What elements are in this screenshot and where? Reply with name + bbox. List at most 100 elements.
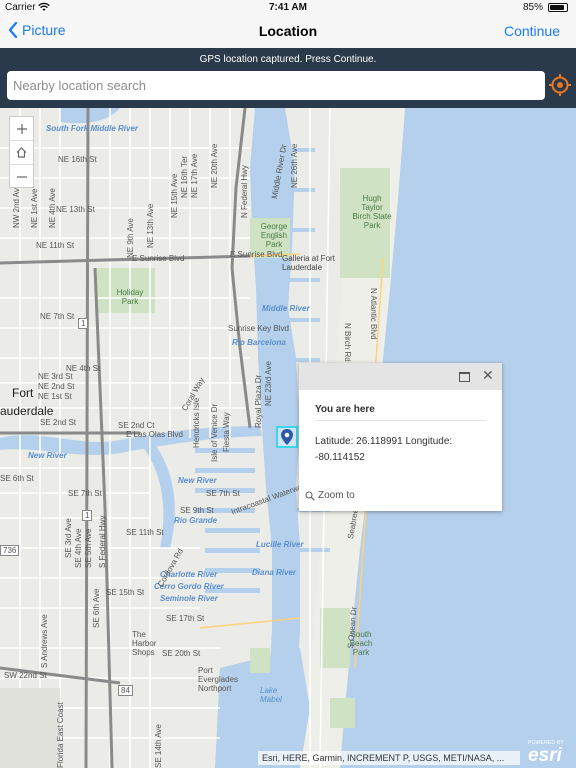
zoom-to-button[interactable]: Zoom to <box>305 490 355 501</box>
map-label-lauderdale: auderdale <box>0 404 54 418</box>
map-label-se-2nd-ct: SE 2nd Ct <box>118 421 155 430</box>
map-label-n-atlantic-blvd: N Atlantic Blvd <box>369 288 378 340</box>
map-label-ne-11th-st: NE 11th St <box>36 241 75 250</box>
map-label-s-federal-hwy: S Federal Hwy <box>98 515 107 568</box>
zoom-out-button[interactable] <box>10 165 33 188</box>
map-label-ne-4th-ave: NE 4th Ave <box>48 188 57 228</box>
map-label-ne-15th-ave: NE 15th Ave <box>170 173 179 218</box>
map-label-lucille-river: Lucille River <box>256 540 304 549</box>
map-label-se-4th-ave: SE 4th Ave <box>74 528 83 568</box>
popup-coordinates: Latitude: 26.118991 Longitude: -80.11415… <box>315 436 453 463</box>
route-84-shield: 84 <box>118 685 133 696</box>
map-label-florida-east-coast: Florida East Coast <box>56 702 65 768</box>
map-label-ne-13th-ave: NE 13th Ave <box>146 203 155 248</box>
map-label-se-6th-st: SE 6th St <box>0 474 34 483</box>
map-label-se-15th-st: SE 15th St <box>106 588 145 597</box>
map-label-isle-of-venice-dr: Isle of Venice Dr <box>210 403 219 462</box>
map-label-e-sunrise-blvd-east: E Sunrise Blvd <box>230 250 283 259</box>
popup-divider <box>315 420 486 421</box>
map-label-ne-13th-st: NE 13th St <box>56 205 95 214</box>
map-label-se-5th-ave: SE 5th Ave <box>84 528 93 568</box>
route-736-shield: 736 <box>0 545 20 556</box>
minus-icon <box>16 175 27 178</box>
map-label-galleria: Galleria at Fort Lauderdale <box>282 254 335 272</box>
map-label-new-river: New River <box>28 451 67 460</box>
map-attribution[interactable]: Esri, HERE, Garmin, INCREMENT P, USGS, M… <box>258 751 520 765</box>
map-label-se-9th-st: SE 9th St <box>180 506 214 515</box>
map-label-se-14th-ave: SE 14th Ave <box>154 724 163 768</box>
zoom-to-label: Zoom to <box>318 490 355 501</box>
map-label-se-7th-st-east: SE 7th St <box>206 489 240 498</box>
map-label-ne-3rd-st: NE 3rd St <box>38 372 73 381</box>
map-label-south-fork-middle-river: South Fork Middle River <box>46 124 139 133</box>
zoom-controls <box>9 116 34 188</box>
popup-title: You are here <box>315 404 375 415</box>
status-bar: Carrier 7:41 AM 85% <box>0 0 576 16</box>
map-label-ne-23rd-ave: NE 23rd Ave <box>264 361 273 406</box>
map-label-ne-1st-ave: NE 1st Ave <box>30 188 39 228</box>
map-label-se-3rd-ave: SE 3rd Ave <box>64 518 73 558</box>
battery-fill <box>550 5 564 10</box>
magnifier-icon <box>305 490 315 501</box>
battery-percent: 85% <box>522 2 543 13</box>
map-label-rio-grande: Rio Grande <box>174 516 218 525</box>
esri-logo: esri <box>528 745 562 766</box>
close-icon[interactable]: ✕ <box>482 368 494 382</box>
page-title: Location <box>258 23 318 39</box>
map-label-lake-mabel: Lake Mabel <box>260 686 282 704</box>
pin-icon <box>281 429 293 445</box>
location-search-input[interactable] <box>7 71 545 100</box>
map-label-ne-7th-st: NE 7th St <box>40 312 75 321</box>
map-label-ne-26th-ave: NE 26th Ave <box>290 143 299 188</box>
gps-status-message: GPS location captured. Press Continue. <box>199 54 377 65</box>
locate-me-icon[interactable] <box>548 73 572 97</box>
map-label-ne-20th-ave: NE 20th Ave <box>210 143 219 188</box>
map-label-se-7th-st: SE 7th St <box>68 489 102 498</box>
location-pin-marker[interactable] <box>276 426 298 448</box>
map-label-ne-9th-ave: NE 9th Ave <box>126 218 135 258</box>
map-label-ne-1st-st: NE 1st St <box>38 392 72 401</box>
map-label-hendricks-isle: Hendricks Isle <box>192 397 201 448</box>
map-label-seminole-river: Seminole River <box>160 594 218 603</box>
plus-icon <box>16 123 27 134</box>
home-button[interactable] <box>10 141 33 165</box>
map-label-fort: Fort <box>12 386 34 400</box>
route-1-shield-south: 1 <box>82 510 93 521</box>
map-label-ne-2nd-st: NE 2nd St <box>38 382 75 391</box>
map-label-george-english-park: George English Park <box>260 222 288 249</box>
map-label-harbor-shops: The Harbor Shops <box>132 630 157 657</box>
route-1-shield: 1 <box>78 318 89 329</box>
map-label-sunrise-key-blvd: Sunrise Key Blvd <box>228 324 289 333</box>
battery-icon <box>548 3 568 12</box>
map-label-holiday-park: Holiday Park <box>116 288 144 306</box>
status-time: 7:41 AM <box>269 2 307 13</box>
map-label-n-federal-hwy: N Federal Hwy <box>240 165 249 218</box>
map-label-se-17th-st: SE 17th St <box>166 614 205 623</box>
map-label-diana-river: Diana River <box>252 568 297 577</box>
map-label-fiesta-way: Fiesta Way <box>222 412 231 452</box>
map-label-port-everglades: Port Everglades Northport <box>198 666 239 693</box>
map-label-ne-16th-st: NE 16th St <box>58 155 97 164</box>
map-label-s-andrews-ave: S Andrews Ave <box>40 614 49 668</box>
popup-header: ✕ <box>299 363 502 390</box>
continue-button[interactable]: Continue <box>504 23 560 39</box>
map-label-se-6th-ave: SE 6th Ave <box>92 588 101 628</box>
map-label-sw-22nd-st: SW 22nd St <box>4 671 47 680</box>
map-label-se-11th-st: SE 11th St <box>126 528 164 537</box>
map-label-new-river-east: New River <box>178 476 217 485</box>
navigation-bar: Picture Location Continue <box>0 16 576 49</box>
maximize-icon[interactable] <box>459 372 470 382</box>
map-label-e-las-olas-blvd: E Las Olas Blvd <box>126 430 183 439</box>
zoom-in-button[interactable] <box>10 117 33 141</box>
map-label-nw-2nd-ave: NW 2nd Ave <box>12 183 21 228</box>
map-label-middle-river: Middle River <box>262 304 310 313</box>
map-label-ne-16th-ter: NE 16th Ter <box>180 155 189 198</box>
map-label-royal-plaza-dr: Royal Plaza Dr <box>254 374 263 428</box>
map-label-rio-barcelona: Rio Barcelona <box>232 338 286 347</box>
map-label-e-sunrise-blvd: E Sunrise Blvd <box>132 254 185 263</box>
home-icon <box>16 147 27 158</box>
location-popup: ✕ You are here Latitude: 26.118991 Longi… <box>299 363 502 511</box>
map-label-hugh-taylor-birch-park: Hugh Taylor Birch State Park <box>352 194 392 230</box>
map-label-se-2nd-st: SE 2nd St <box>40 418 77 427</box>
map-label-n-birch-rd: N Birch Rd <box>343 323 352 362</box>
